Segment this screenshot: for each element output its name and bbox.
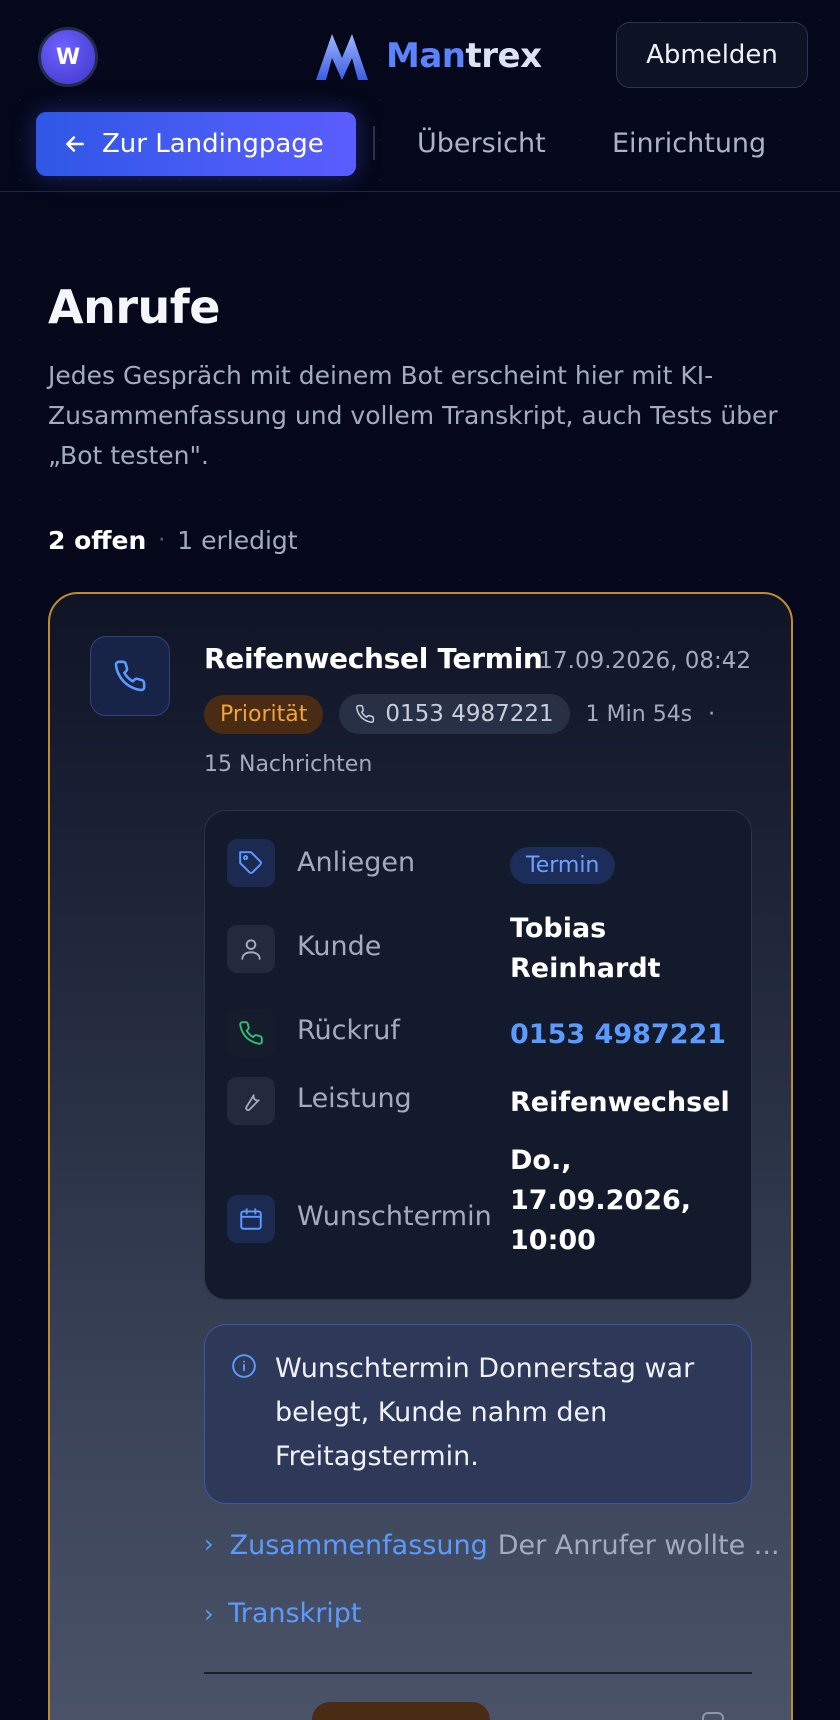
rueckruf-label: Rückruf — [297, 1015, 400, 1046]
wrench-icon — [227, 1077, 275, 1125]
call-details-box: Anliegen Termin Kunde Tobias Reinhardt R… — [204, 810, 752, 1300]
phone-small-icon — [356, 704, 375, 723]
chevron-right-icon: › — [204, 1600, 214, 1628]
leistung-value: Reifenwechsel — [510, 1087, 730, 1118]
priority-badge: Priorität — [204, 694, 324, 734]
logo-mark-icon — [316, 34, 368, 80]
anliegen-label: Anliegen — [297, 847, 416, 878]
rueckruf-phone-link[interactable]: 0153 4987221 — [510, 1015, 730, 1055]
callback-phone-icon — [227, 1009, 275, 1057]
anliegen-tag: Termin — [510, 847, 616, 884]
transcript-label: Transkript — [228, 1598, 362, 1629]
call-title: Reifenwechsel Termin — [204, 642, 543, 675]
kunde-value: Tobias Reinhardt — [510, 913, 661, 984]
wunschtermin-value: Do., 17.09.2026, 10:00 — [510, 1145, 692, 1256]
arrow-left-icon — [66, 136, 84, 152]
page-title: Anrufe — [48, 280, 221, 334]
summary-toggle[interactable]: › Zusammenfassung Der Anrufer wollte ... — [204, 1530, 780, 1561]
page-description: Jedes Gespräch mit deinem Bot erscheint … — [48, 361, 778, 470]
trash-icon[interactable] — [702, 1712, 724, 1720]
phone-badge: 0153 4987221 — [339, 694, 570, 734]
nav-bar: Zur Landingpage Übersicht Einrichtung — [0, 108, 840, 192]
summary-label: Zusammenfassung — [229, 1530, 488, 1561]
logo-text-part2: trex — [465, 36, 542, 76]
phone-icon — [114, 660, 146, 692]
top-bar: W Mantrex Abmelden — [0, 0, 840, 110]
phone-badge-number: 0153 4987221 — [385, 701, 554, 727]
call-type-icon-box — [90, 636, 170, 716]
transcript-toggle[interactable]: › Transkript — [204, 1598, 362, 1629]
note-callout: Wunschtermin Donnerstag war belegt, Kund… — [204, 1324, 752, 1504]
logo-text: Mantrex — [386, 36, 542, 76]
summary-preview: Der Anrufer wollte ... — [497, 1530, 780, 1561]
nav-divider — [373, 126, 375, 160]
nav-tab-uebersicht[interactable]: Übersicht — [417, 128, 546, 159]
meta-separator: · — [708, 701, 716, 727]
call-datetime: 17.09.2026, 08:42 — [538, 648, 751, 674]
user-icon — [227, 925, 275, 973]
back-to-landing-label: Zur Landingpage — [102, 129, 324, 159]
call-status-counts: 2 offen · 1 erledigt — [48, 526, 298, 555]
call-duration: 1 Min 54s — [585, 701, 693, 727]
logo[interactable]: Mantrex — [312, 28, 542, 84]
call-card[interactable]: Reifenwechsel Termin 17.09.2026, 08:42 P… — [48, 592, 793, 1720]
done-count[interactable]: 1 erledigt — [177, 526, 297, 555]
tag-icon — [227, 839, 275, 887]
kunde-label: Kunde — [297, 931, 382, 962]
logo-text-part1: Man — [386, 36, 466, 76]
open-count[interactable]: 2 offen — [48, 526, 146, 555]
count-separator: · — [158, 528, 166, 553]
priority-action-button[interactable] — [312, 1702, 490, 1720]
leistung-label: Leistung — [297, 1083, 412, 1114]
logout-button[interactable]: Abmelden — [616, 22, 808, 88]
note-text: Wunschtermin Donnerstag war belegt, Kund… — [275, 1353, 695, 1472]
nav-tab-einrichtung[interactable]: Einrichtung — [612, 128, 766, 159]
chevron-right-icon: › — [204, 1530, 214, 1558]
message-count: 15 Nachrichten — [204, 752, 373, 777]
back-to-landing-button[interactable]: Zur Landingpage — [36, 112, 356, 176]
calendar-icon — [227, 1195, 275, 1243]
call-meta: Priorität 0153 4987221 1 Min 54s · — [204, 694, 715, 734]
info-icon — [232, 1354, 256, 1378]
avatar[interactable]: W — [38, 27, 98, 87]
card-divider — [204, 1672, 752, 1674]
wunschtermin-label: Wunschtermin — [297, 1201, 492, 1232]
